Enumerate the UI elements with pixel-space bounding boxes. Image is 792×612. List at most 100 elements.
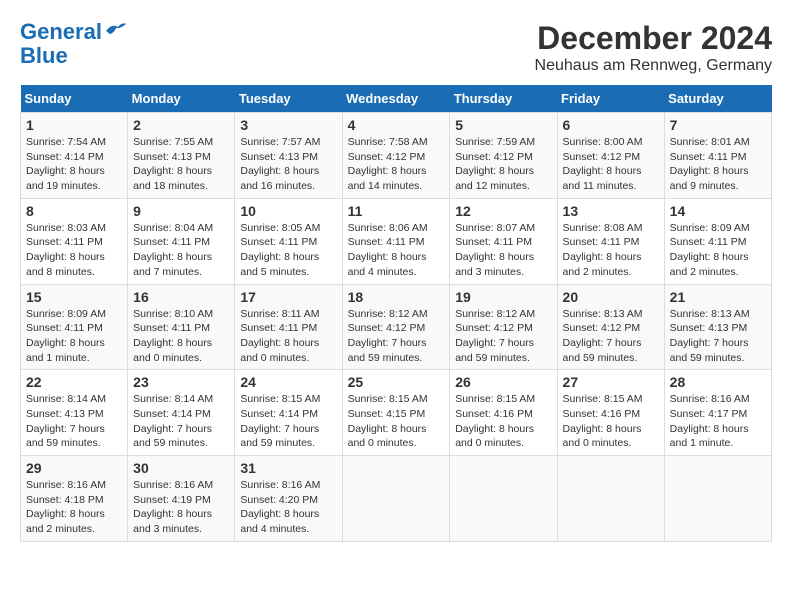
day-number: 3 <box>240 117 336 133</box>
day-number: 29 <box>26 460 122 476</box>
day-number: 31 <box>240 460 336 476</box>
day-info: Sunrise: 8:16 AMSunset: 4:18 PMDaylight:… <box>26 479 106 535</box>
day-number: 6 <box>563 117 659 133</box>
logo: General Blue <box>20 20 126 68</box>
calendar-cell: 29 Sunrise: 8:16 AMSunset: 4:18 PMDaylig… <box>21 456 128 542</box>
calendar-cell: 18 Sunrise: 8:12 AMSunset: 4:12 PMDaylig… <box>342 284 450 370</box>
calendar-table: SundayMondayTuesdayWednesdayThursdayFrid… <box>20 85 772 542</box>
day-number: 16 <box>133 289 229 305</box>
day-info: Sunrise: 7:55 AMSunset: 4:13 PMDaylight:… <box>133 136 213 192</box>
day-info: Sunrise: 8:01 AMSunset: 4:11 PMDaylight:… <box>670 136 750 192</box>
calendar-cell: 23 Sunrise: 8:14 AMSunset: 4:14 PMDaylig… <box>128 370 235 456</box>
calendar-cell: 30 Sunrise: 8:16 AMSunset: 4:19 PMDaylig… <box>128 456 235 542</box>
day-number: 18 <box>348 289 445 305</box>
calendar-cell: 6 Sunrise: 8:00 AMSunset: 4:12 PMDayligh… <box>557 113 664 199</box>
day-info: Sunrise: 8:13 AMSunset: 4:12 PMDaylight:… <box>563 308 643 364</box>
calendar-cell: 20 Sunrise: 8:13 AMSunset: 4:12 PMDaylig… <box>557 284 664 370</box>
calendar-cell: 10 Sunrise: 8:05 AMSunset: 4:11 PMDaylig… <box>235 198 342 284</box>
calendar-cell: 7 Sunrise: 8:01 AMSunset: 4:11 PMDayligh… <box>664 113 771 199</box>
day-info: Sunrise: 8:07 AMSunset: 4:11 PMDaylight:… <box>455 222 535 278</box>
day-info: Sunrise: 8:12 AMSunset: 4:12 PMDaylight:… <box>455 308 535 364</box>
logo-bird-icon <box>104 21 126 39</box>
calendar-cell: 11 Sunrise: 8:06 AMSunset: 4:11 PMDaylig… <box>342 198 450 284</box>
calendar-cell: 26 Sunrise: 8:15 AMSunset: 4:16 PMDaylig… <box>450 370 557 456</box>
calendar-cell: 1 Sunrise: 7:54 AMSunset: 4:14 PMDayligh… <box>21 113 128 199</box>
calendar-cell: 15 Sunrise: 8:09 AMSunset: 4:11 PMDaylig… <box>21 284 128 370</box>
day-number: 27 <box>563 374 659 390</box>
calendar-cell: 16 Sunrise: 8:10 AMSunset: 4:11 PMDaylig… <box>128 284 235 370</box>
calendar-week-row: 22 Sunrise: 8:14 AMSunset: 4:13 PMDaylig… <box>21 370 772 456</box>
day-number: 8 <box>26 203 122 219</box>
page-title: December 2024 <box>535 20 772 57</box>
calendar-cell <box>450 456 557 542</box>
day-info: Sunrise: 8:14 AMSunset: 4:14 PMDaylight:… <box>133 393 213 449</box>
day-info: Sunrise: 8:14 AMSunset: 4:13 PMDaylight:… <box>26 393 106 449</box>
calendar-week-row: 15 Sunrise: 8:09 AMSunset: 4:11 PMDaylig… <box>21 284 772 370</box>
day-info: Sunrise: 8:09 AMSunset: 4:11 PMDaylight:… <box>670 222 750 278</box>
calendar-cell: 2 Sunrise: 7:55 AMSunset: 4:13 PMDayligh… <box>128 113 235 199</box>
calendar-week-row: 1 Sunrise: 7:54 AMSunset: 4:14 PMDayligh… <box>21 113 772 199</box>
calendar-header-row: SundayMondayTuesdayWednesdayThursdayFrid… <box>21 85 772 113</box>
calendar-cell: 8 Sunrise: 8:03 AMSunset: 4:11 PMDayligh… <box>21 198 128 284</box>
day-info: Sunrise: 8:09 AMSunset: 4:11 PMDaylight:… <box>26 308 106 364</box>
day-number: 19 <box>455 289 551 305</box>
day-info: Sunrise: 8:12 AMSunset: 4:12 PMDaylight:… <box>348 308 428 364</box>
calendar-cell <box>342 456 450 542</box>
day-info: Sunrise: 8:11 AMSunset: 4:11 PMDaylight:… <box>240 308 319 364</box>
day-number: 21 <box>670 289 766 305</box>
day-info: Sunrise: 8:04 AMSunset: 4:11 PMDaylight:… <box>133 222 213 278</box>
day-number: 25 <box>348 374 445 390</box>
day-number: 28 <box>670 374 766 390</box>
day-info: Sunrise: 8:16 AMSunset: 4:19 PMDaylight:… <box>133 479 213 535</box>
day-number: 2 <box>133 117 229 133</box>
day-number: 12 <box>455 203 551 219</box>
day-number: 15 <box>26 289 122 305</box>
day-number: 1 <box>26 117 122 133</box>
day-info: Sunrise: 7:57 AMSunset: 4:13 PMDaylight:… <box>240 136 320 192</box>
calendar-cell: 21 Sunrise: 8:13 AMSunset: 4:13 PMDaylig… <box>664 284 771 370</box>
page-header: General Blue December 2024 Neuhaus am Re… <box>20 20 772 75</box>
day-info: Sunrise: 8:00 AMSunset: 4:12 PMDaylight:… <box>563 136 643 192</box>
calendar-week-row: 29 Sunrise: 8:16 AMSunset: 4:18 PMDaylig… <box>21 456 772 542</box>
day-info: Sunrise: 8:08 AMSunset: 4:11 PMDaylight:… <box>563 222 643 278</box>
calendar-cell: 14 Sunrise: 8:09 AMSunset: 4:11 PMDaylig… <box>664 198 771 284</box>
calendar-cell: 4 Sunrise: 7:58 AMSunset: 4:12 PMDayligh… <box>342 113 450 199</box>
day-info: Sunrise: 8:15 AMSunset: 4:14 PMDaylight:… <box>240 393 320 449</box>
day-number: 23 <box>133 374 229 390</box>
day-number: 4 <box>348 117 445 133</box>
day-info: Sunrise: 8:05 AMSunset: 4:11 PMDaylight:… <box>240 222 320 278</box>
calendar-cell: 5 Sunrise: 7:59 AMSunset: 4:12 PMDayligh… <box>450 113 557 199</box>
day-number: 24 <box>240 374 336 390</box>
calendar-cell: 28 Sunrise: 8:16 AMSunset: 4:17 PMDaylig… <box>664 370 771 456</box>
calendar-cell: 31 Sunrise: 8:16 AMSunset: 4:20 PMDaylig… <box>235 456 342 542</box>
day-info: Sunrise: 8:06 AMSunset: 4:11 PMDaylight:… <box>348 222 428 278</box>
page-subtitle: Neuhaus am Rennweg, Germany <box>535 57 772 75</box>
calendar-col-saturday: Saturday <box>664 85 771 113</box>
logo-text: General <box>20 20 102 44</box>
day-info: Sunrise: 8:03 AMSunset: 4:11 PMDaylight:… <box>26 222 106 278</box>
calendar-cell: 25 Sunrise: 8:15 AMSunset: 4:15 PMDaylig… <box>342 370 450 456</box>
day-info: Sunrise: 8:13 AMSunset: 4:13 PMDaylight:… <box>670 308 750 364</box>
day-info: Sunrise: 8:15 AMSunset: 4:16 PMDaylight:… <box>455 393 535 449</box>
calendar-col-friday: Friday <box>557 85 664 113</box>
logo-text-blue: Blue <box>20 44 68 68</box>
calendar-col-thursday: Thursday <box>450 85 557 113</box>
calendar-cell: 12 Sunrise: 8:07 AMSunset: 4:11 PMDaylig… <box>450 198 557 284</box>
day-number: 13 <box>563 203 659 219</box>
calendar-week-row: 8 Sunrise: 8:03 AMSunset: 4:11 PMDayligh… <box>21 198 772 284</box>
day-info: Sunrise: 7:59 AMSunset: 4:12 PMDaylight:… <box>455 136 535 192</box>
day-number: 17 <box>240 289 336 305</box>
calendar-cell <box>664 456 771 542</box>
calendar-cell: 9 Sunrise: 8:04 AMSunset: 4:11 PMDayligh… <box>128 198 235 284</box>
calendar-cell: 19 Sunrise: 8:12 AMSunset: 4:12 PMDaylig… <box>450 284 557 370</box>
day-info: Sunrise: 8:15 AMSunset: 4:16 PMDaylight:… <box>563 393 643 449</box>
day-info: Sunrise: 8:16 AMSunset: 4:17 PMDaylight:… <box>670 393 750 449</box>
day-number: 10 <box>240 203 336 219</box>
title-section: December 2024 Neuhaus am Rennweg, German… <box>535 20 772 75</box>
day-info: Sunrise: 8:15 AMSunset: 4:15 PMDaylight:… <box>348 393 428 449</box>
day-number: 14 <box>670 203 766 219</box>
calendar-cell: 17 Sunrise: 8:11 AMSunset: 4:11 PMDaylig… <box>235 284 342 370</box>
day-info: Sunrise: 8:10 AMSunset: 4:11 PMDaylight:… <box>133 308 213 364</box>
day-number: 30 <box>133 460 229 476</box>
day-number: 9 <box>133 203 229 219</box>
